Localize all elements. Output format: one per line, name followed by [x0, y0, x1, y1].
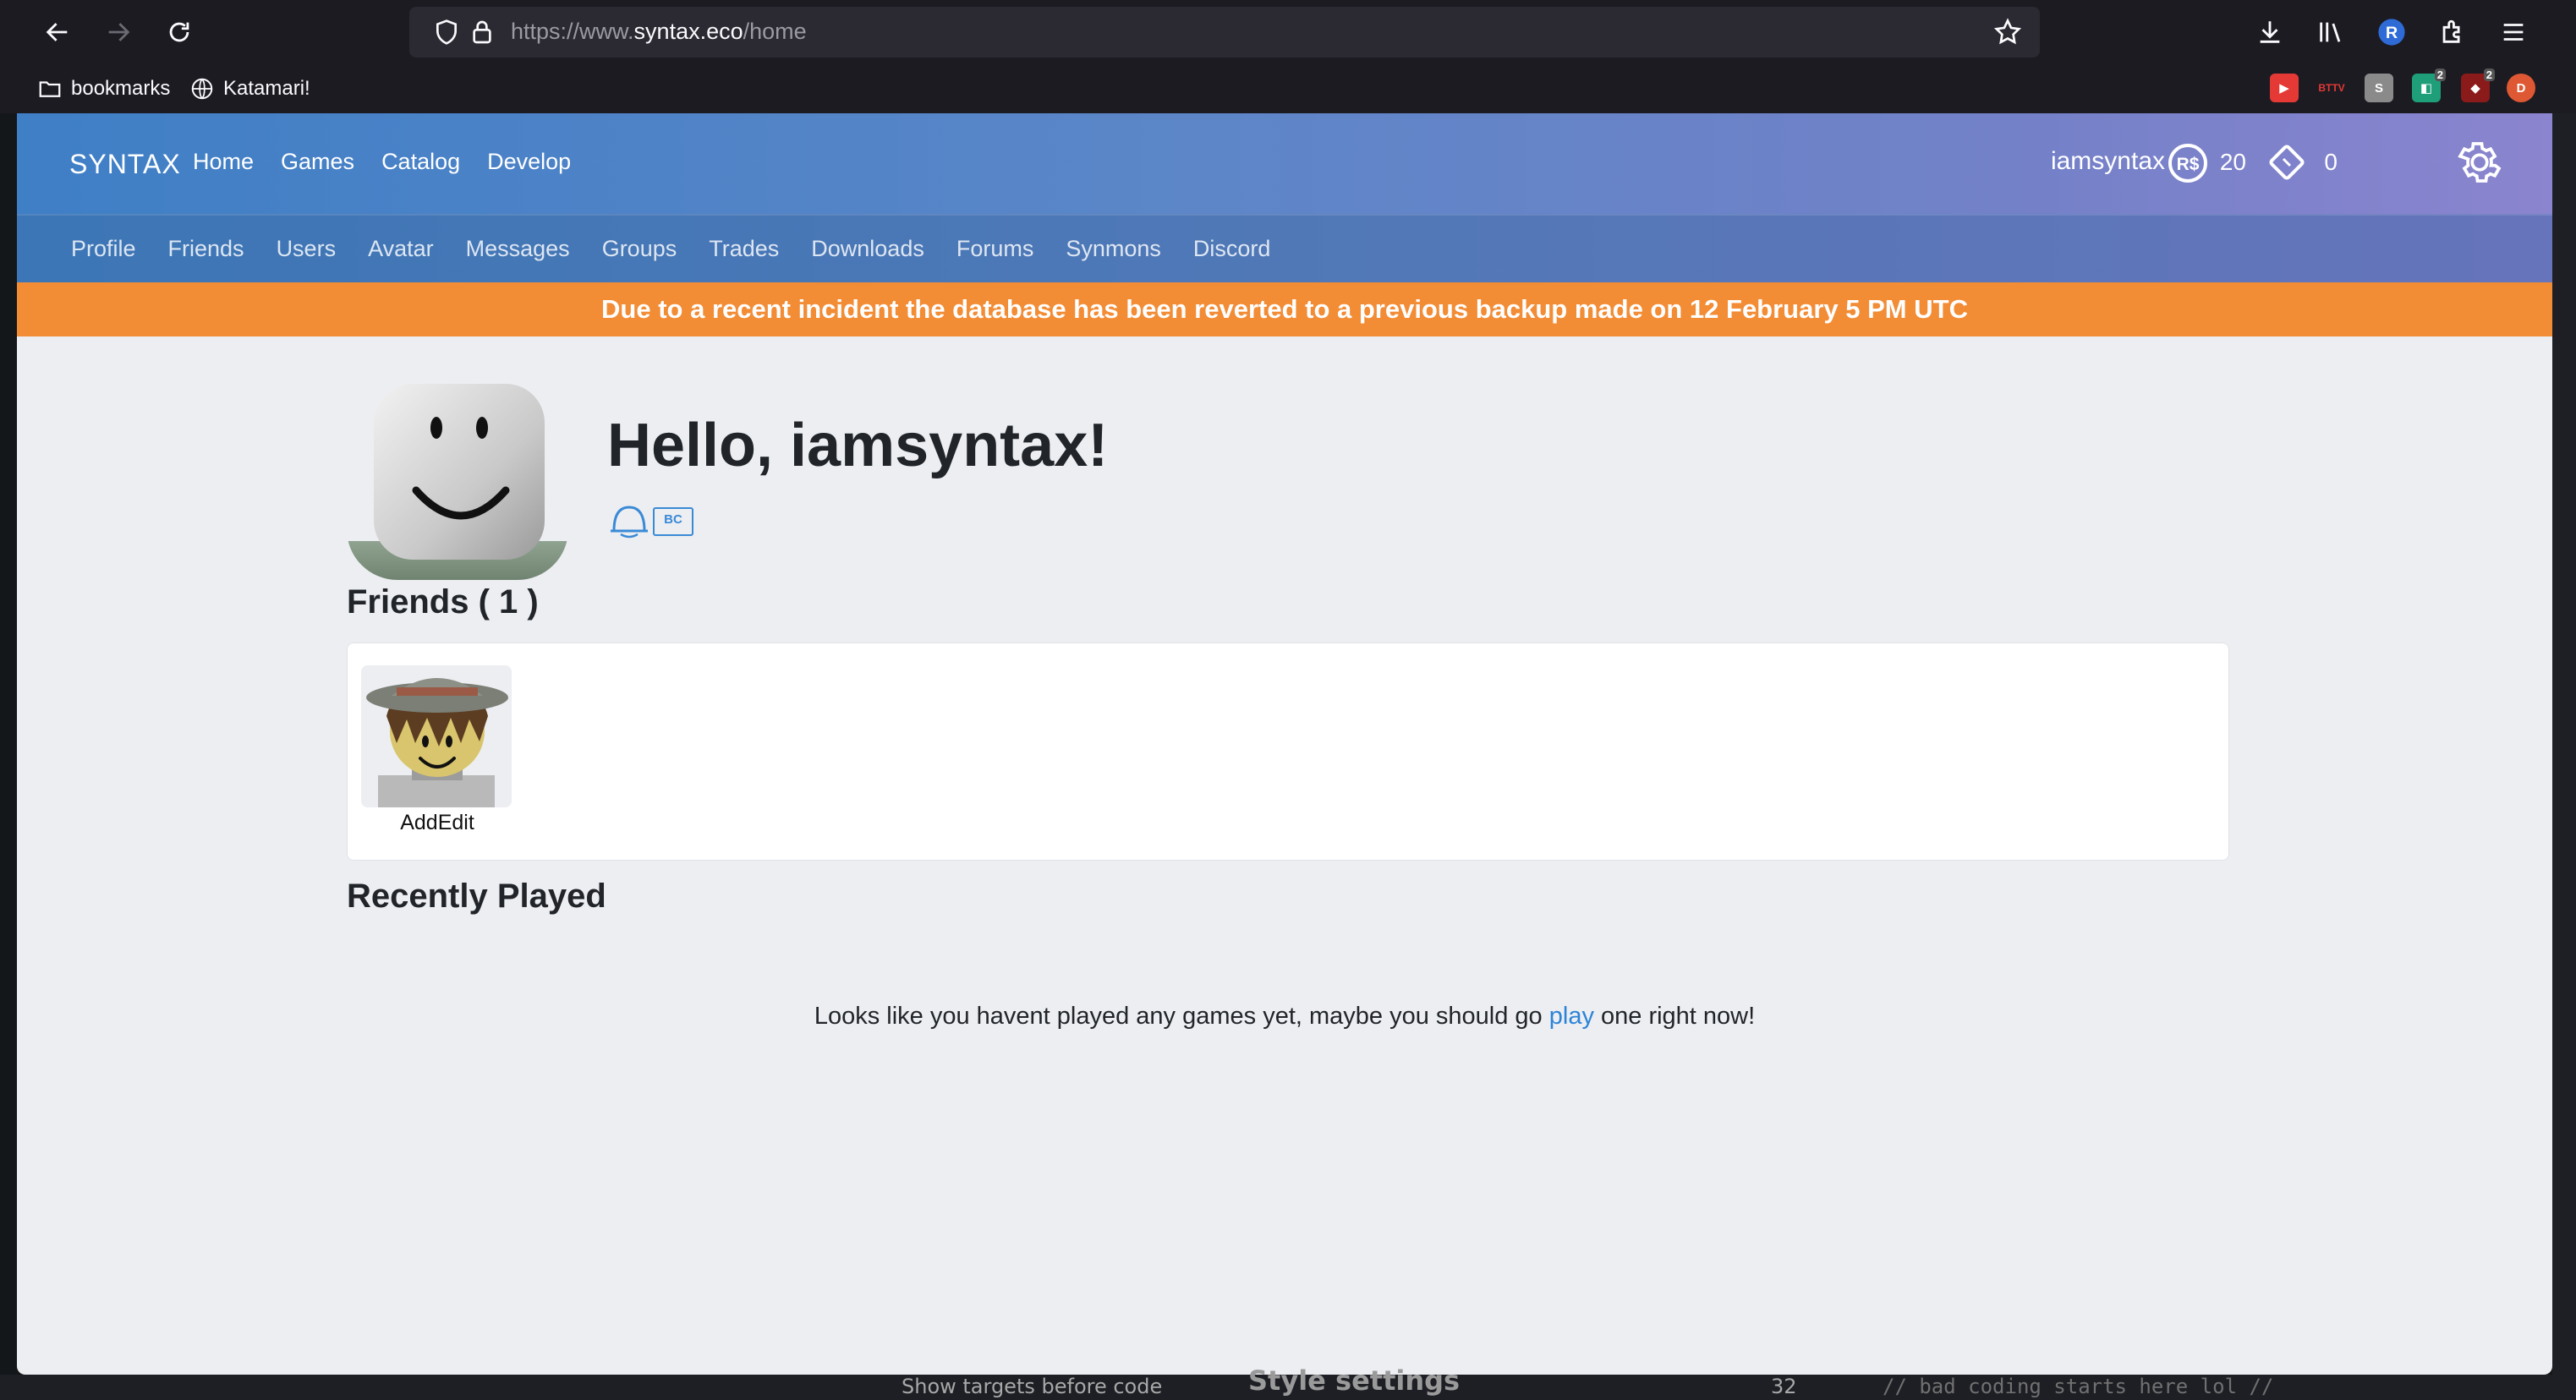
play-link[interactable]: play [1549, 1003, 1594, 1030]
background-line-number: 32 [1771, 1375, 1797, 1398]
browser-toolbar: https://www.syntax.eco/home R [0, 0, 2576, 64]
subnav-messages[interactable]: Messages [466, 236, 570, 262]
nav-catalog[interactable]: Catalog [381, 149, 460, 175]
bc-badge-label: BC [664, 512, 682, 527]
robux-balance[interactable]: 20 [2220, 149, 2246, 176]
background-style-settings: Style settings [1248, 1364, 1461, 1397]
bookmarks-bar: bookmarks Katamari! [0, 64, 2576, 113]
empty-text-after: one right now! [1593, 1003, 1756, 1030]
avatar[interactable] [347, 380, 568, 580]
bookmark-katamari[interactable]: Katamari! [189, 74, 310, 103]
bookmark-label: Katamari! [223, 77, 310, 100]
friend-name[interactable]: AddEdit [361, 811, 513, 835]
puzzle-icon [2442, 19, 2460, 43]
ublock-extension-icon[interactable]: ◆ 2 [2461, 68, 2495, 102]
background-code-comment: // bad coding starts here lol // [1883, 1375, 2274, 1398]
subnav-avatar[interactable]: Avatar [368, 236, 434, 262]
url-host: syntax.eco [633, 19, 743, 44]
subnav-users[interactable]: Users [277, 236, 337, 262]
tickets-balance[interactable]: 0 [2324, 149, 2338, 176]
site-brand[interactable]: SYNTAX [69, 149, 181, 180]
desktop-background-left [0, 113, 17, 1400]
gear-icon[interactable] [2454, 137, 2505, 188]
avatar-headshot-image [347, 384, 568, 580]
page-viewport: SYNTAX Home Games Catalog Develop iamsyn… [17, 113, 2552, 1375]
svg-text:R$: R$ [2177, 155, 2200, 174]
library-button[interactable] [2310, 12, 2351, 52]
url-prefix: https://www. [511, 19, 634, 44]
desktop-background-right [2552, 113, 2576, 1400]
library-icon [2320, 22, 2341, 42]
subnav-trades[interactable]: Trades [709, 236, 779, 262]
downloads-button[interactable] [2250, 12, 2290, 52]
sub-nav: Profile Friends Users Avatar Messages Gr… [71, 236, 1270, 262]
empty-state-message: Looks like you havent played any games y… [17, 1003, 2552, 1031]
download-icon [2260, 21, 2280, 43]
menu-button[interactable] [2493, 12, 2534, 52]
membership-badges: BC [609, 502, 693, 539]
address-bar[interactable]: https://www.syntax.eco/home [409, 7, 2040, 57]
subnav-profile[interactable]: Profile [71, 236, 136, 262]
username-link[interactable]: iamsyntax [2051, 147, 2165, 176]
globe-icon [191, 78, 213, 100]
robux-icon: R$ [2168, 144, 2207, 183]
sub-navbar: Profile Friends Users Avatar Messages Gr… [17, 214, 2552, 284]
hamburger-icon [2503, 24, 2524, 41]
subnav-downloads[interactable]: Downloads [811, 236, 924, 262]
subnav-synmons[interactable]: Synmons [1066, 236, 1161, 262]
bookmark-folder[interactable]: bookmarks [37, 74, 170, 103]
r-account-icon: R [2378, 19, 2405, 46]
subnav-discord[interactable]: Discord [1193, 236, 1271, 262]
back-button[interactable] [37, 12, 78, 52]
s-extension-icon[interactable]: S [2365, 74, 2393, 102]
back-arrow-icon [46, 23, 68, 41]
subnav-friends[interactable]: Friends [168, 236, 244, 262]
main-nav: Home Games Catalog Develop [193, 149, 571, 175]
builders-club-hat-icon [611, 506, 648, 539]
green-extension-icon[interactable]: ◧ 2 [2412, 68, 2446, 102]
account-button[interactable]: R [2371, 12, 2412, 52]
bookmark-label: bookmarks [71, 77, 171, 100]
site-navbar: SYNTAX Home Games Catalog Develop iamsyn… [17, 113, 2552, 214]
nav-home[interactable]: Home [193, 149, 254, 175]
page-title: Hello, iamsyntax! [607, 412, 1109, 479]
subnav-forums[interactable]: Forums [956, 236, 1034, 262]
browser-chrome: https://www.syntax.eco/home R bookmarks … [0, 0, 2576, 113]
nav-games[interactable]: Games [281, 149, 354, 175]
reload-button[interactable] [159, 12, 200, 52]
empty-text-before: Looks like you havent played any games y… [814, 1003, 1549, 1030]
friends-card: AddEdit [347, 643, 2229, 861]
alert-banner: Due to a recent incident the database ha… [17, 282, 2552, 336]
svg-text:R: R [2386, 24, 2398, 42]
friend-avatar-image [361, 665, 512, 807]
url-path: /home [743, 19, 807, 44]
bttv-extension-icon[interactable]: BTTV [2317, 74, 2346, 102]
recently-played-heading: Recently Played [347, 878, 606, 915]
ticket-icon [2269, 145, 2305, 180]
subnav-groups[interactable]: Groups [602, 236, 677, 262]
bookmark-star-icon[interactable] [1992, 17, 2023, 47]
background-checkbox-label: Show targets before code [902, 1375, 1163, 1398]
extensions-button[interactable] [2432, 12, 2473, 52]
reload-icon [169, 22, 189, 42]
friend-avatar[interactable] [361, 665, 512, 807]
youtube-extension-icon[interactable]: ▶ [2270, 74, 2299, 102]
nav-develop[interactable]: Develop [487, 149, 571, 175]
url-text[interactable]: https://www.syntax.eco/home [511, 19, 807, 45]
duckduckgo-extension-icon[interactable]: D [2507, 74, 2535, 102]
builders-club-badge: BC [653, 507, 693, 536]
forward-button[interactable] [98, 12, 139, 52]
folder-icon [39, 81, 61, 97]
friends-heading: Friends ( 1 ) [347, 583, 539, 621]
tracking-shield-icon[interactable] [433, 19, 460, 46]
forward-arrow-icon [108, 23, 130, 41]
friend-item[interactable]: AddEdit [361, 665, 513, 835]
lock-icon[interactable] [469, 18, 496, 46]
